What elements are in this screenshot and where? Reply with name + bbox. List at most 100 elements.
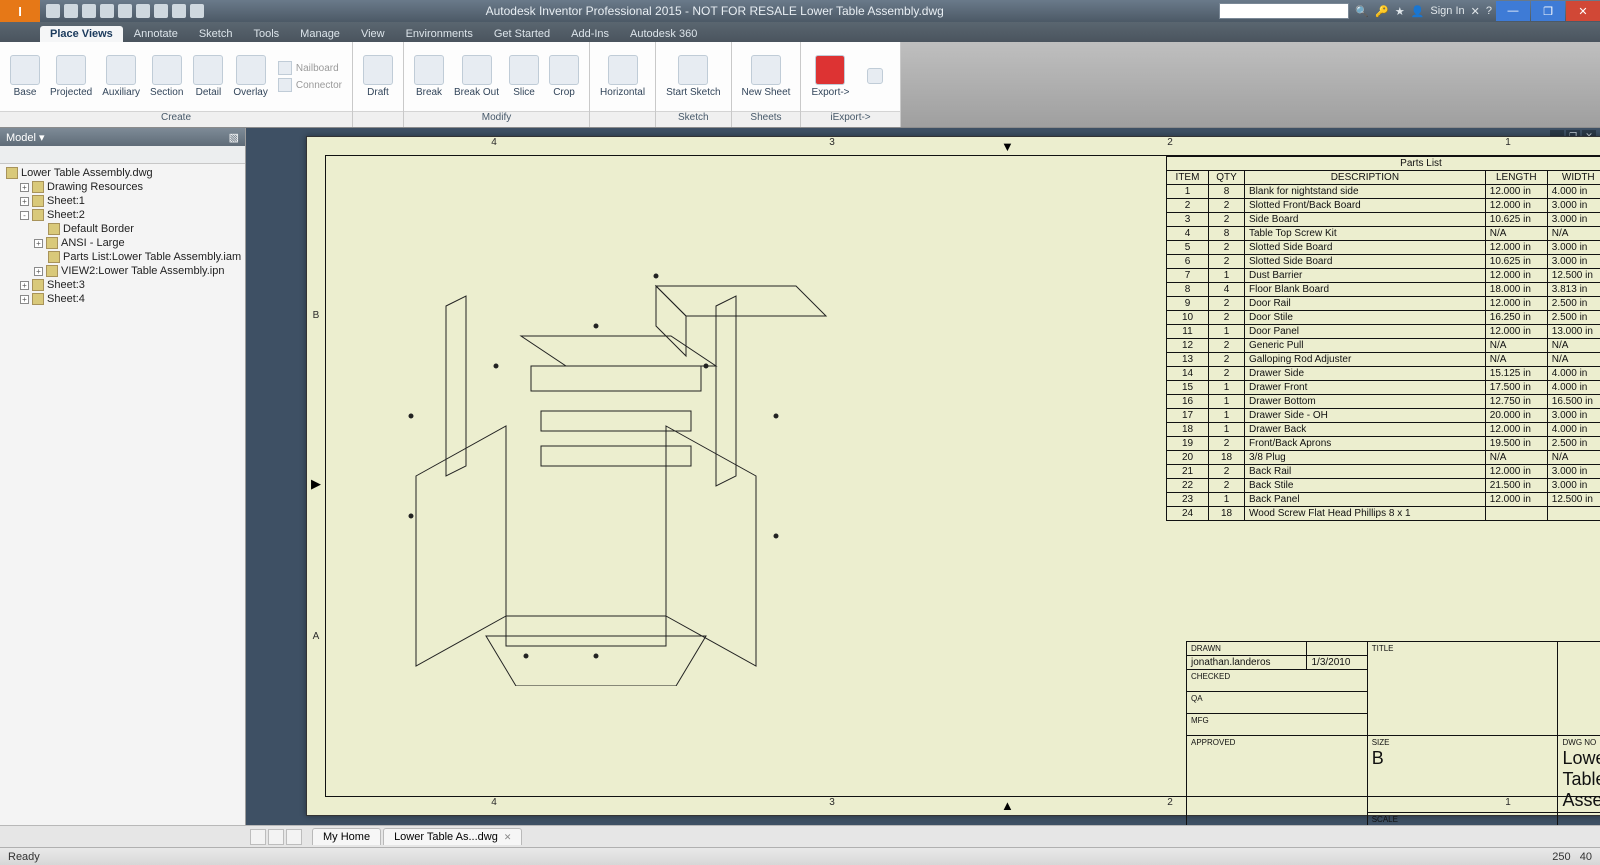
section-button[interactable]: Section [146,53,187,100]
break-button[interactable]: Break [410,53,448,100]
qat-material-icon[interactable] [154,4,168,18]
expand-toggle[interactable]: - [20,211,29,220]
tile-icon[interactable] [286,829,302,845]
ribbon-tab-place-views[interactable]: Place Views [40,26,123,42]
tree-node[interactable]: +VIEW2:Lower Table Assembly.ipn [4,264,245,278]
parts-list-row[interactable]: 222Back Stile21.500 in3.000 in0.750 in [1167,479,1600,493]
ribbon-tab-environments[interactable]: Environments [396,26,483,42]
qat-appearance-icon[interactable] [172,4,186,18]
browser-header[interactable]: Model ▾ ▧ [0,128,245,146]
expand-toggle[interactable]: + [20,295,29,304]
horizontal-button[interactable]: Horizontal [596,53,649,100]
tree-root[interactable]: Lower Table Assembly.dwg [4,166,245,180]
parts-list-row[interactable]: 71Dust Barrier12.000 in12.500 in0.250 in [1167,269,1600,283]
ribbon-tab-annotate[interactable]: Annotate [124,26,188,42]
drawing-canvas[interactable]: — ❐ ✕ 4321 4321 BA BA ▼ ▲ ▶ ◀ [246,128,1600,825]
ribbon-tab-manage[interactable]: Manage [290,26,350,42]
parts-list-row[interactable]: 192Front/Back Aprons19.500 in2.500 in0.7… [1167,437,1600,451]
crop-button[interactable]: Crop [545,53,583,100]
doc-tab-home[interactable]: My Home [312,828,381,845]
start-sketch-button[interactable]: Start Sketch [662,53,724,100]
parts-list-row[interactable]: 122Generic PullN/AN/AN/A [1167,339,1600,353]
qat-more-icon[interactable] [190,4,204,18]
tree-node[interactable]: +Sheet:3 [4,278,245,292]
parts-list-row[interactable]: 84Floor Blank Board18.000 in3.813 in0.75… [1167,283,1600,297]
expand-toggle[interactable]: + [34,239,43,248]
exchange-icon[interactable]: ✕ [1471,5,1480,18]
parts-list-row[interactable]: 32Side Board10.625 in3.000 in0.750 in [1167,213,1600,227]
break-out-button[interactable]: Break Out [450,53,503,100]
doc-tab-drawing[interactable]: Lower Table As...dwg✕ [383,828,522,845]
tree-node[interactable]: +ANSI - Large [4,236,245,250]
ribbon-tab-add-ins[interactable]: Add-Ins [561,26,619,42]
ribbon-tab-view[interactable]: View [351,26,395,42]
tree-node[interactable]: +Drawing Resources [4,180,245,194]
tree-node[interactable]: +Sheet:4 [4,292,245,306]
app-logo[interactable]: I [0,0,40,22]
detail-button[interactable]: Detail [189,53,227,100]
parts-list-row[interactable]: 231Back Panel12.000 in12.500 in0.250 in [1167,493,1600,507]
ribbon-tab-tools[interactable]: Tools [243,26,289,42]
parts-list-row[interactable]: 181Drawer Back12.000 in4.000 in0.750 in [1167,423,1600,437]
parts-list-row[interactable]: 2418Wood Screw Flat Head Phillips 8 x 1 [1167,507,1600,521]
browser-options-icon[interactable]: ▧ [229,131,239,144]
draft-button[interactable]: Draft [359,53,397,100]
slice-button[interactable]: Slice [505,53,543,100]
overlay-button[interactable]: Overlay [229,53,271,100]
qat-open-icon[interactable] [64,4,78,18]
parts-list-row[interactable]: 212Back Rail12.000 in3.000 in0.750 in [1167,465,1600,479]
tile-icon[interactable] [268,829,284,845]
export-options-button[interactable] [856,66,894,88]
parts-list-row[interactable]: 20183/8 PlugN/AN/AN/A [1167,451,1600,465]
qat-redo-icon[interactable] [118,4,132,18]
parts-list-row[interactable]: 171Drawer Side - OH20.000 in3.000 in0.75… [1167,409,1600,423]
parts-list-row[interactable]: 161Drawer Bottom12.750 in16.500 in0.250 … [1167,395,1600,409]
ribbon-tab-sketch[interactable]: Sketch [189,26,243,42]
ribbon-tab-autodesk-360[interactable]: Autodesk 360 [620,26,707,42]
export-button[interactable]: Export-> [807,53,853,100]
parts-list-row[interactable]: 102Door Stile16.250 in2.500 in0.750 in [1167,311,1600,325]
tree-node[interactable]: -Sheet:2 [4,208,245,222]
infocenter-search[interactable] [1219,3,1349,19]
qat-save-icon[interactable] [82,4,96,18]
browser-toolbar[interactable] [0,146,245,164]
parts-list-row[interactable]: 111Door Panel12.000 in13.000 in0.250 in [1167,325,1600,339]
parts-list-table[interactable]: Parts ListITEMQTYDESCRIPTIONLENGTHWIDTHT… [1166,156,1600,521]
search-icon[interactable]: 🔍 [1355,5,1369,18]
parts-list-row[interactable]: 132Galloping Rod AdjusterN/AN/AN/A [1167,353,1600,367]
qat-select-icon[interactable] [136,4,150,18]
ribbon-tab-get-started[interactable]: Get Started [484,26,560,42]
exploded-view[interactable] [356,216,836,686]
parts-list-row[interactable]: 151Drawer Front17.500 in4.000 in0.750 in [1167,381,1600,395]
new-sheet-button[interactable]: New Sheet [738,53,795,100]
tile-icon[interactable] [250,829,266,845]
signin-link[interactable]: Sign In [1430,5,1464,17]
qat-undo-icon[interactable] [100,4,114,18]
close-button[interactable]: ✕ [1566,1,1600,21]
star-icon[interactable]: ★ [1395,5,1405,18]
parts-list-row[interactable]: 92Door Rail12.000 in2.500 in0.750 in [1167,297,1600,311]
tree-node[interactable]: Default Border [4,222,245,236]
expand-toggle[interactable]: + [20,197,29,206]
expand-toggle[interactable]: + [34,267,43,276]
auxiliary-button[interactable]: Auxiliary [98,53,144,100]
parts-list-row[interactable]: 22Slotted Front/Back Board12.000 in3.000… [1167,199,1600,213]
user-icon[interactable]: 👤 [1411,5,1425,18]
parts-list-row[interactable]: 52Slotted Side Board12.000 in3.000 in0.7… [1167,241,1600,255]
parts-list-row[interactable]: 62Slotted Side Board10.625 in3.000 in0.7… [1167,255,1600,269]
tree-node[interactable]: +Sheet:1 [4,194,245,208]
minimize-button[interactable]: — [1496,1,1530,21]
parts-list-row[interactable]: 48Table Top Screw KitN/AN/AN/A [1167,227,1600,241]
parts-list-row[interactable]: 18Blank for nightstand side12.000 in4.00… [1167,185,1600,199]
parts-list-row[interactable]: 142Drawer Side15.125 in4.000 in0.750 in [1167,367,1600,381]
model-browser[interactable]: Model ▾ ▧ Lower Table Assembly.dwg+Drawi… [0,128,246,825]
expand-toggle[interactable]: + [20,281,29,290]
maximize-button[interactable]: ❐ [1531,1,1565,21]
projected-button[interactable]: Projected [46,53,96,100]
key-icon[interactable]: 🔑 [1375,5,1389,18]
tree-node[interactable]: Parts List:Lower Table Assembly.iam [4,250,245,264]
expand-toggle[interactable]: + [20,183,29,192]
close-icon[interactable]: ✕ [504,832,512,843]
drawing-sheet[interactable]: 4321 4321 BA BA ▼ ▲ ▶ ◀ [306,136,1600,816]
quick-access-toolbar[interactable] [40,4,210,18]
